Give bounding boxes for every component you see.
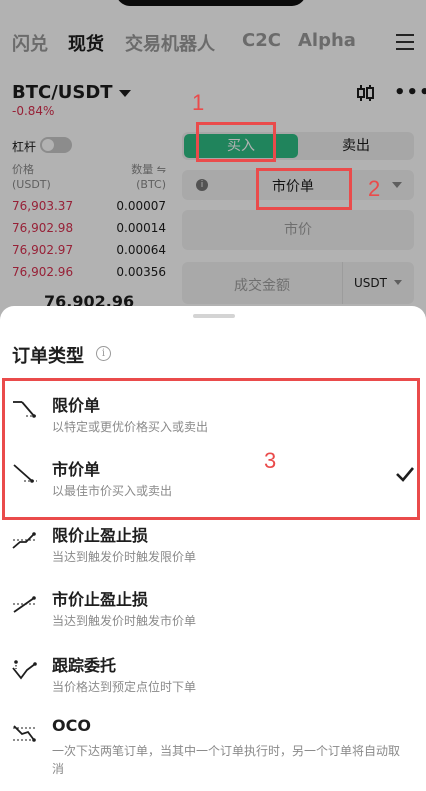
annotation-box-buy <box>196 122 276 162</box>
sheet-grabber[interactable] <box>193 314 235 318</box>
option-description: 一次下达两笔订单，当其中一个订单执行时，另一个订单将自动取消 <box>52 744 401 776</box>
trailing-order-icon <box>12 660 37 680</box>
order-option-trailing[interactable]: 跟踪委托 当价格达到预定点位时下单 <box>0 652 426 716</box>
option-title: 市价止盈止损 <box>52 590 149 609</box>
annotation-number: 2 <box>368 176 381 201</box>
annotation-box-options <box>2 378 420 520</box>
market-tpsl-icon <box>13 596 37 613</box>
option-title: OCO <box>52 716 91 735</box>
order-option-limit-tpsl[interactable]: 限价止盈止损 当达到触发价时触发限价单 <box>0 522 426 586</box>
order-option-oco[interactable]: OCO 一次下达两笔订单，当其中一个订单执行时，另一个订单将自动取消 <box>0 716 426 780</box>
option-title: 限价止盈止损 <box>52 526 149 545</box>
annotation-box-order-type <box>256 168 352 210</box>
limit-tpsl-icon <box>12 532 37 549</box>
info-icon[interactable]: i <box>96 346 111 361</box>
oco-icon <box>13 725 37 742</box>
option-description: 当达到触发价时触发市价单 <box>52 614 197 628</box>
order-option-market-tpsl[interactable]: 市价止盈止损 当达到触发价时触发市价单 <box>0 586 426 650</box>
option-description: 当达到触发价时触发限价单 <box>52 550 197 564</box>
option-title: 跟踪委托 <box>52 656 117 675</box>
annotation-number: 3 <box>264 448 277 473</box>
annotation-number: 1 <box>192 90 205 115</box>
option-description: 当价格达到预定点位时下单 <box>52 680 197 694</box>
sheet-title: 订单类型 <box>12 346 84 367</box>
